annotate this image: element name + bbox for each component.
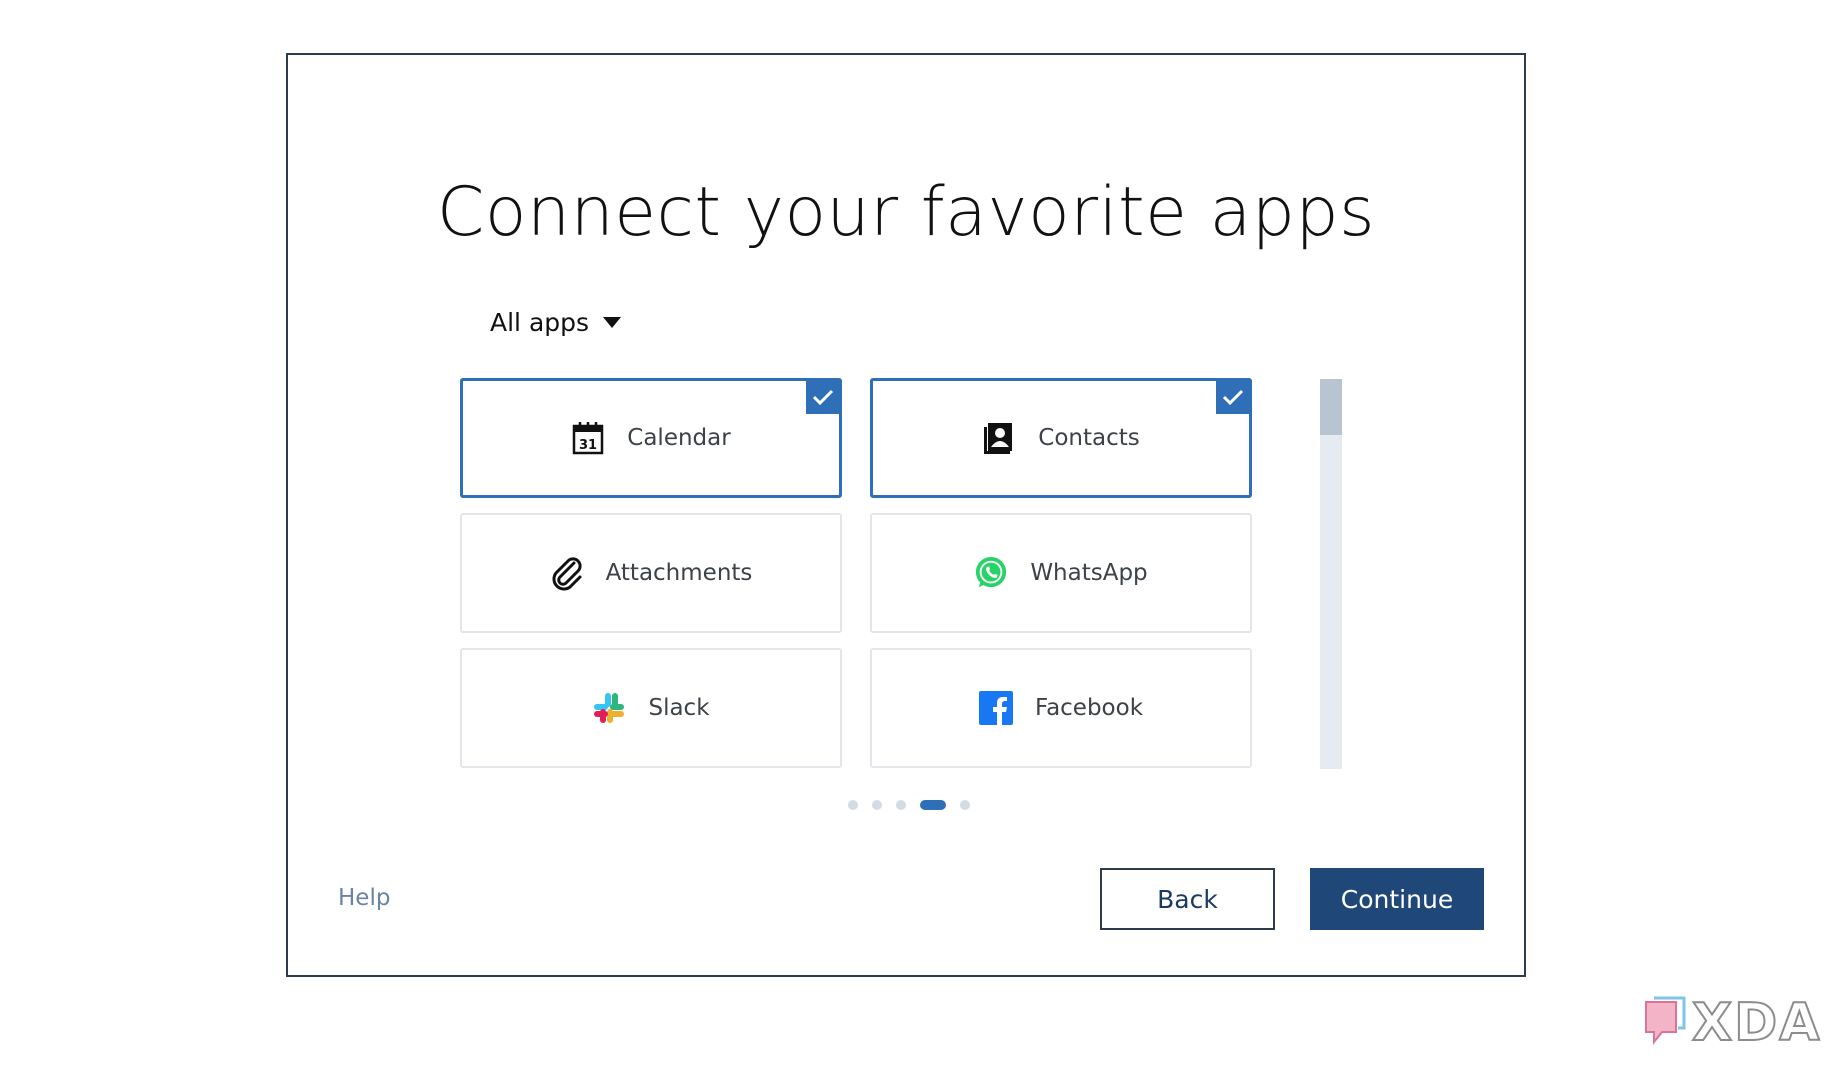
page-dot-active[interactable]: [920, 800, 946, 810]
page-dot[interactable]: [848, 800, 858, 810]
app-filter-dropdown[interactable]: All apps: [490, 308, 622, 337]
app-card-label: Contacts: [1038, 425, 1140, 451]
connect-apps-dialog: Connect your favorite apps All apps 31 C…: [286, 53, 1526, 977]
contacts-icon: [982, 421, 1016, 455]
help-link[interactable]: Help: [338, 885, 390, 911]
pagination-dots: [848, 800, 970, 810]
slack-icon: [592, 691, 626, 725]
whatsapp-icon: [974, 556, 1008, 590]
app-card-label: Slack: [648, 695, 710, 721]
checkmark-icon: [806, 380, 840, 414]
xda-logo-icon: [1645, 996, 1686, 1045]
facebook-icon: [978, 691, 1013, 725]
paperclip-icon: [550, 556, 584, 591]
app-filter-label: All apps: [490, 308, 590, 337]
app-card-attachments[interactable]: Attachments: [460, 513, 842, 633]
app-card-label: Facebook: [1034, 695, 1144, 721]
app-card-contacts[interactable]: Contacts: [870, 378, 1252, 498]
page-dot[interactable]: [896, 800, 906, 810]
caret-down-icon: [603, 317, 622, 328]
page-dot[interactable]: [872, 800, 882, 810]
calendar-day-text: 31: [579, 438, 597, 453]
app-card-label: Attachments: [605, 560, 753, 586]
page-dot[interactable]: [960, 800, 970, 810]
back-button[interactable]: Back: [1100, 868, 1275, 930]
dialog-title: Connect your favorite apps: [436, 173, 1376, 252]
checkmark-icon: [1216, 380, 1250, 414]
app-card-label: WhatsApp: [1030, 560, 1148, 586]
app-card-slack[interactable]: Slack: [460, 648, 842, 768]
continue-button[interactable]: Continue: [1310, 868, 1484, 930]
app-card-calendar[interactable]: 31 Calendar: [460, 378, 842, 498]
scrollbar-thumb[interactable]: [1320, 379, 1342, 435]
xda-watermark: XDA: [1642, 992, 1822, 1054]
app-card-facebook[interactable]: Facebook: [870, 648, 1252, 768]
apps-scrollbar[interactable]: [1320, 379, 1342, 769]
app-card-whatsapp[interactable]: WhatsApp: [870, 513, 1252, 633]
app-card-label: Calendar: [627, 425, 731, 451]
calendar-icon: 31: [571, 421, 605, 455]
xda-watermark-text: XDA: [1691, 992, 1822, 1054]
